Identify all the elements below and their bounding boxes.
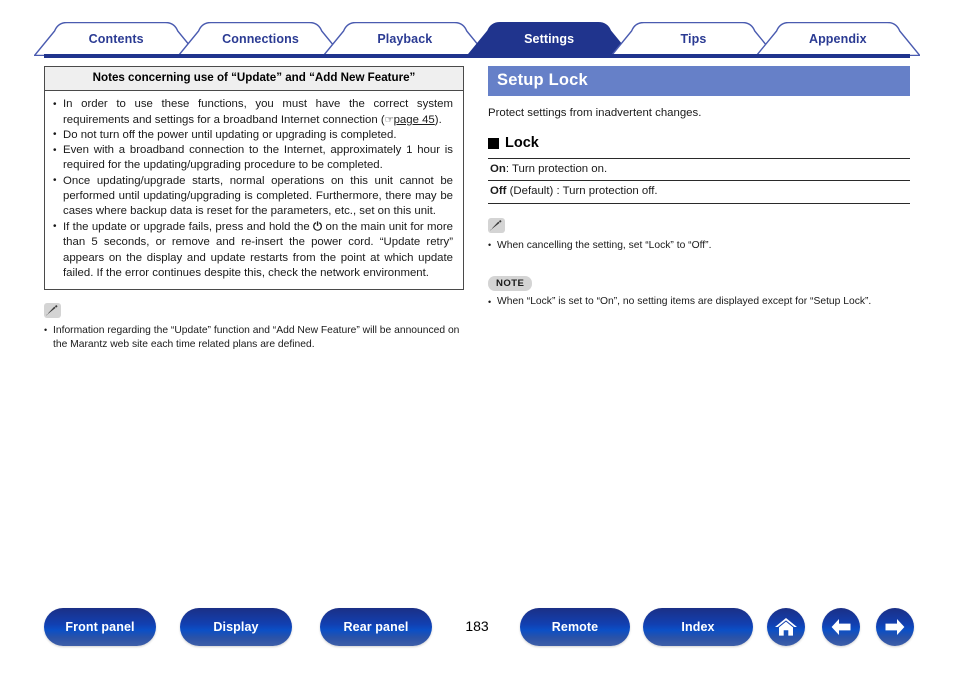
subsection-heading: Lock xyxy=(488,134,910,152)
right-tip-note: When cancelling the setting, set “Lock” … xyxy=(488,217,910,253)
footer-button-label: Rear panel xyxy=(343,620,409,634)
tab-label: Connections xyxy=(222,31,299,46)
option-cell: On: Turn protection on. xyxy=(488,157,910,181)
notes-bullet-list: In order to use these functions, you mus… xyxy=(53,97,453,280)
footer-button-label: Display xyxy=(213,620,259,634)
footer-arrow-left-icon[interactable] xyxy=(822,608,860,646)
footer-button-display[interactable]: Display xyxy=(180,608,292,646)
footer-home-icon[interactable] xyxy=(767,608,805,646)
arrow-right-icon xyxy=(885,619,905,635)
tab-bar-underline xyxy=(44,54,910,58)
tab-tips[interactable]: Tips xyxy=(611,22,776,56)
right-tip-bullet-list: When cancelling the setting, set “Lock” … xyxy=(488,238,910,253)
pencil-icon xyxy=(44,302,61,318)
page-reference-label: page 45 xyxy=(393,113,435,126)
left-column: Notes concerning use of “Update” and “Ad… xyxy=(44,66,464,352)
right-column: Setup Lock Protect settings from inadver… xyxy=(488,66,910,309)
tab-label: Appendix xyxy=(808,31,867,46)
list-item: If the update or upgrade fails, press an… xyxy=(53,219,453,281)
list-item: In order to use these functions, you mus… xyxy=(53,97,453,127)
tab-label: Settings xyxy=(524,31,575,46)
list-item: When “Lock” is set to “On”, no setting i… xyxy=(488,295,910,309)
pencil-icon xyxy=(488,217,505,233)
tab-label: Playback xyxy=(377,31,433,46)
option-name: Off xyxy=(490,185,507,198)
subsection-heading-label: Lock xyxy=(505,134,539,151)
page-link-icon: ☞ xyxy=(384,113,394,126)
tab-connections[interactable]: Connections xyxy=(178,22,343,56)
notes-box-body: In order to use these functions, you mus… xyxy=(45,91,463,288)
footer-button-index[interactable]: Index xyxy=(643,608,753,646)
footer-arrow-right-icon[interactable] xyxy=(876,608,914,646)
option-name: On xyxy=(490,162,506,175)
options-table: On: Turn protection on. Off (Default) : T… xyxy=(488,157,910,204)
square-bullet-icon xyxy=(488,138,499,150)
footer-button-rear-panel[interactable]: Rear panel xyxy=(320,608,432,646)
list-item: When cancelling the setting, set “Lock” … xyxy=(488,238,910,253)
table-row: Off (Default) : Turn protection off. xyxy=(488,180,910,204)
right-note-bullet-list: When “Lock” is set to “On”, no setting i… xyxy=(488,295,910,309)
right-note-block: NOTE When “Lock” is set to “On”, no sett… xyxy=(488,264,910,310)
footer-button-label: Remote xyxy=(551,620,599,634)
tab-label: Tips xyxy=(680,31,707,46)
footer-button-label: Front panel xyxy=(65,620,135,634)
power-symbol-icon: ⏻ xyxy=(313,219,323,234)
tab-contents[interactable]: Contents xyxy=(34,22,199,56)
footer-nav: 183 Front panel Display Rear panel Remote In… xyxy=(0,608,954,648)
list-item: Do not turn off the power until updating… xyxy=(53,127,453,143)
notes-box-title: Notes concerning use of “Update” and “Ad… xyxy=(45,67,463,92)
note-badge: NOTE xyxy=(488,275,533,292)
tab-playback[interactable]: Playback xyxy=(322,22,487,56)
option-description: : Turn protection on. xyxy=(505,162,608,175)
option-default-marker: (Default) xyxy=(506,185,554,198)
footer-button-label: Index xyxy=(681,620,715,634)
footer-button-remote[interactable]: Remote xyxy=(520,608,630,646)
notes-box: Notes concerning use of “Update” and “Ad… xyxy=(44,66,464,290)
tab-label: Contents xyxy=(88,31,144,46)
top-tab-bar: Contents Connections Playback Settings Tips A… xyxy=(0,22,954,58)
tab-settings[interactable]: Settings xyxy=(467,22,632,56)
list-item: Even with a broadband connection to the … xyxy=(53,143,453,173)
tab-appendix[interactable]: Appendix xyxy=(755,22,920,56)
arrow-left-icon xyxy=(831,619,851,635)
list-item: Information regarding the “Update” funct… xyxy=(44,323,464,352)
list-item: Once updating/upgrade starts, normal ope… xyxy=(53,173,453,220)
home-icon xyxy=(775,618,797,636)
page-number: 183 xyxy=(465,618,489,634)
page-reference-link[interactable]: ☞page 45 xyxy=(385,114,435,126)
section-description: Protect settings from inadvertent change… xyxy=(488,106,702,119)
footer-button-front-panel[interactable]: Front panel xyxy=(44,608,156,646)
table-row: On: Turn protection on. xyxy=(488,157,910,181)
left-tip-note: Information regarding the “Update” funct… xyxy=(44,302,464,352)
option-cell: Off (Default) : Turn protection off. xyxy=(488,180,910,204)
section-title-banner: Setup Lock xyxy=(488,66,910,96)
left-tip-bullet-list: Information regarding the “Update” funct… xyxy=(44,323,464,352)
option-description: : Turn protection off. xyxy=(553,185,658,198)
